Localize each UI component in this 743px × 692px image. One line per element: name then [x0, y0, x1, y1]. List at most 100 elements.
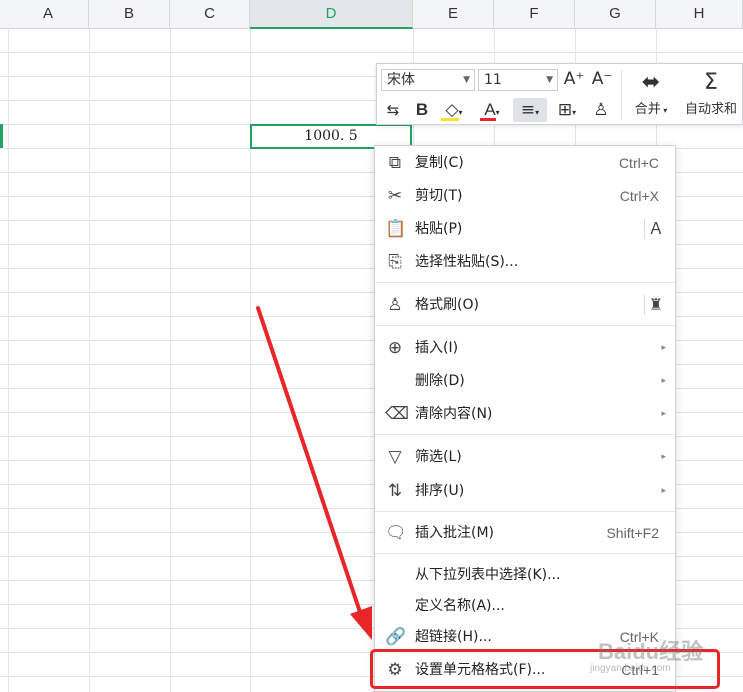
column-header-a[interactable]: A	[8, 0, 89, 28]
chevron-down-icon: ▾	[495, 108, 500, 117]
menu-item-clear-contents[interactable]: ⌫ 清除内容(N) ▸	[375, 398, 675, 430]
align-center-icon: ≡	[520, 100, 536, 120]
menu-item-filter[interactable]: ▽ 筛选(L) ▸	[375, 441, 675, 473]
filter-icon: ▽	[388, 447, 402, 467]
grid-line	[8, 29, 9, 692]
column-header-e[interactable]: E	[413, 0, 494, 28]
chevron-right-icon: ▸	[661, 343, 666, 353]
paint-bucket-icon: ◇	[445, 100, 459, 120]
menu-item-label: 插入批注(M)	[415, 525, 495, 541]
menu-item-label: 删除(D)	[415, 373, 465, 389]
font-name-value: 宋体	[387, 72, 415, 88]
format-painter-multi-icon[interactable]: ♜	[644, 295, 667, 315]
borders-icon: ⊞	[557, 100, 573, 120]
font-color-swatch	[480, 118, 496, 121]
copy-icon: ⧉	[388, 153, 402, 173]
merge-label: 合并	[634, 102, 661, 117]
format-painter-icon[interactable]: ♙	[589, 98, 613, 122]
menu-item-label: 清除内容(N)	[415, 406, 493, 422]
fill-color-button[interactable]: ◇▾	[437, 98, 471, 122]
watermark-url: jingyan.baidu.com	[590, 663, 671, 674]
menu-item-pick-from-list[interactable]: 从下拉列表中选择(K)...	[375, 559, 675, 591]
fill-color-swatch	[441, 118, 459, 121]
autosum-button[interactable]: Σ 自动求和	[679, 68, 743, 117]
menu-item-label: 筛选(L)	[415, 449, 462, 465]
column-header-bar: A B C D E F G H	[0, 0, 743, 29]
menu-item-label: 格式刷(O)	[415, 297, 479, 313]
menu-item-paste-special[interactable]: ⎘ 选择性粘贴(S)...	[375, 246, 675, 278]
sum-icon: Σ	[704, 70, 718, 95]
insert-icon: ⊕	[387, 338, 403, 358]
merge-button[interactable]: ⬌ 合并 ▾	[627, 68, 675, 117]
font-name-select[interactable]: 宋体 ▼	[381, 69, 475, 91]
borders-button[interactable]: ⊞▾	[551, 98, 583, 122]
paste-special-icon: ⎘	[388, 252, 402, 272]
increase-font-size-button[interactable]: A⁺	[562, 67, 586, 91]
font-color-icon: A	[484, 100, 496, 119]
menu-item-format-painter[interactable]: ♙ 格式刷(O) ♜	[375, 289, 675, 321]
menu-divider	[375, 325, 675, 326]
cut-icon: ✂	[387, 186, 403, 206]
active-row-indicator	[0, 124, 8, 148]
menu-item-sort[interactable]: ⇅ 排序(U) ▸	[375, 475, 675, 507]
paste-as-text-icon[interactable]: Ａ	[644, 219, 667, 239]
context-menu: ⧉ 复制(C) Ctrl+C ✂ 剪切(T) Ctrl+X 📋 粘贴(P) Ａ …	[374, 145, 676, 692]
menu-item-label: 选择性粘贴(S)...	[415, 254, 519, 270]
menu-item-paste[interactable]: 📋 粘贴(P) Ａ	[375, 213, 675, 245]
chevron-down-icon: ▾	[535, 108, 540, 117]
column-header-c[interactable]: C	[170, 0, 250, 28]
menu-item-label: 插入(I)	[415, 340, 459, 356]
menu-item-copy[interactable]: ⧉ 复制(C) Ctrl+C	[375, 147, 675, 179]
align-center-button[interactable]: ≡▾	[513, 98, 547, 122]
convert-icon[interactable]: ⇆	[381, 98, 405, 122]
paste-icon: 📋	[385, 219, 407, 239]
watermark: Baidu经验	[598, 639, 704, 664]
menu-item-label: 定义名称(A)...	[415, 598, 505, 614]
column-header-b[interactable]: B	[89, 0, 170, 28]
chevron-down-icon: ▾	[572, 108, 577, 117]
menu-divider	[375, 553, 675, 554]
menu-item-label: 复制(C)	[415, 155, 464, 171]
chevron-right-icon: ▸	[661, 452, 666, 462]
column-header-h[interactable]: H	[656, 0, 743, 28]
sort-icon: ⇅	[387, 481, 403, 501]
column-header-f[interactable]: F	[494, 0, 575, 28]
link-icon: 🔗	[385, 627, 407, 647]
clear-icon: ⌫	[385, 404, 410, 424]
menu-item-insert-comment[interactable]: 🗨 插入批注(M) Shift+F2	[375, 517, 675, 549]
bold-button[interactable]: B	[411, 98, 433, 122]
menu-item-cut[interactable]: ✂ 剪切(T) Ctrl+X	[375, 180, 675, 212]
chevron-down-icon: ▼	[463, 75, 470, 85]
column-header-d[interactable]: D	[250, 0, 413, 29]
menu-item-shortcut: Shift+F2	[606, 525, 659, 541]
grid-line	[89, 29, 90, 692]
menu-item-label: 排序(U)	[415, 483, 465, 499]
column-header-g[interactable]: G	[575, 0, 656, 28]
menu-item-delete[interactable]: 删除(D) ▸	[375, 365, 675, 397]
menu-item-label: 剪切(T)	[415, 188, 463, 204]
font-size-select[interactable]: 11 ▼	[478, 69, 558, 91]
autosum-label: 自动求和	[684, 102, 737, 117]
chevron-down-icon: ▾	[458, 108, 463, 117]
chevron-right-icon: ▸	[661, 409, 666, 419]
mini-toolbar: 宋体 ▼ 11 ▼ A⁺ A⁻ ⇆ B ◇▾ A▾ ≡▾ ⊞▾ ♙ ⬌ 合并 ▾…	[376, 63, 743, 125]
chevron-down-icon: ▼	[546, 75, 553, 85]
font-size-value: 11	[484, 72, 502, 88]
menu-divider	[375, 511, 675, 512]
chevron-right-icon: ▸	[661, 376, 666, 386]
toolbar-divider	[621, 70, 622, 120]
chevron-down-icon: ▾	[660, 106, 668, 115]
decrease-font-size-button[interactable]: A⁻	[590, 67, 614, 91]
grid-line	[170, 29, 171, 692]
chevron-right-icon: ▸	[661, 486, 666, 496]
format-painter-icon: ♙	[387, 295, 403, 315]
menu-item-define-name[interactable]: 定义名称(A)...	[375, 590, 675, 622]
menu-item-insert[interactable]: ⊕ 插入(I) ▸	[375, 332, 675, 364]
menu-divider	[375, 282, 675, 283]
menu-item-label: 从下拉列表中选择(K)...	[415, 567, 561, 583]
menu-item-shortcut: Ctrl+C	[618, 155, 659, 171]
font-color-button[interactable]: A▾	[475, 98, 509, 122]
comment-icon: 🗨	[385, 523, 407, 543]
menu-divider	[375, 434, 675, 435]
menu-item-label: 粘贴(P)	[415, 221, 463, 237]
